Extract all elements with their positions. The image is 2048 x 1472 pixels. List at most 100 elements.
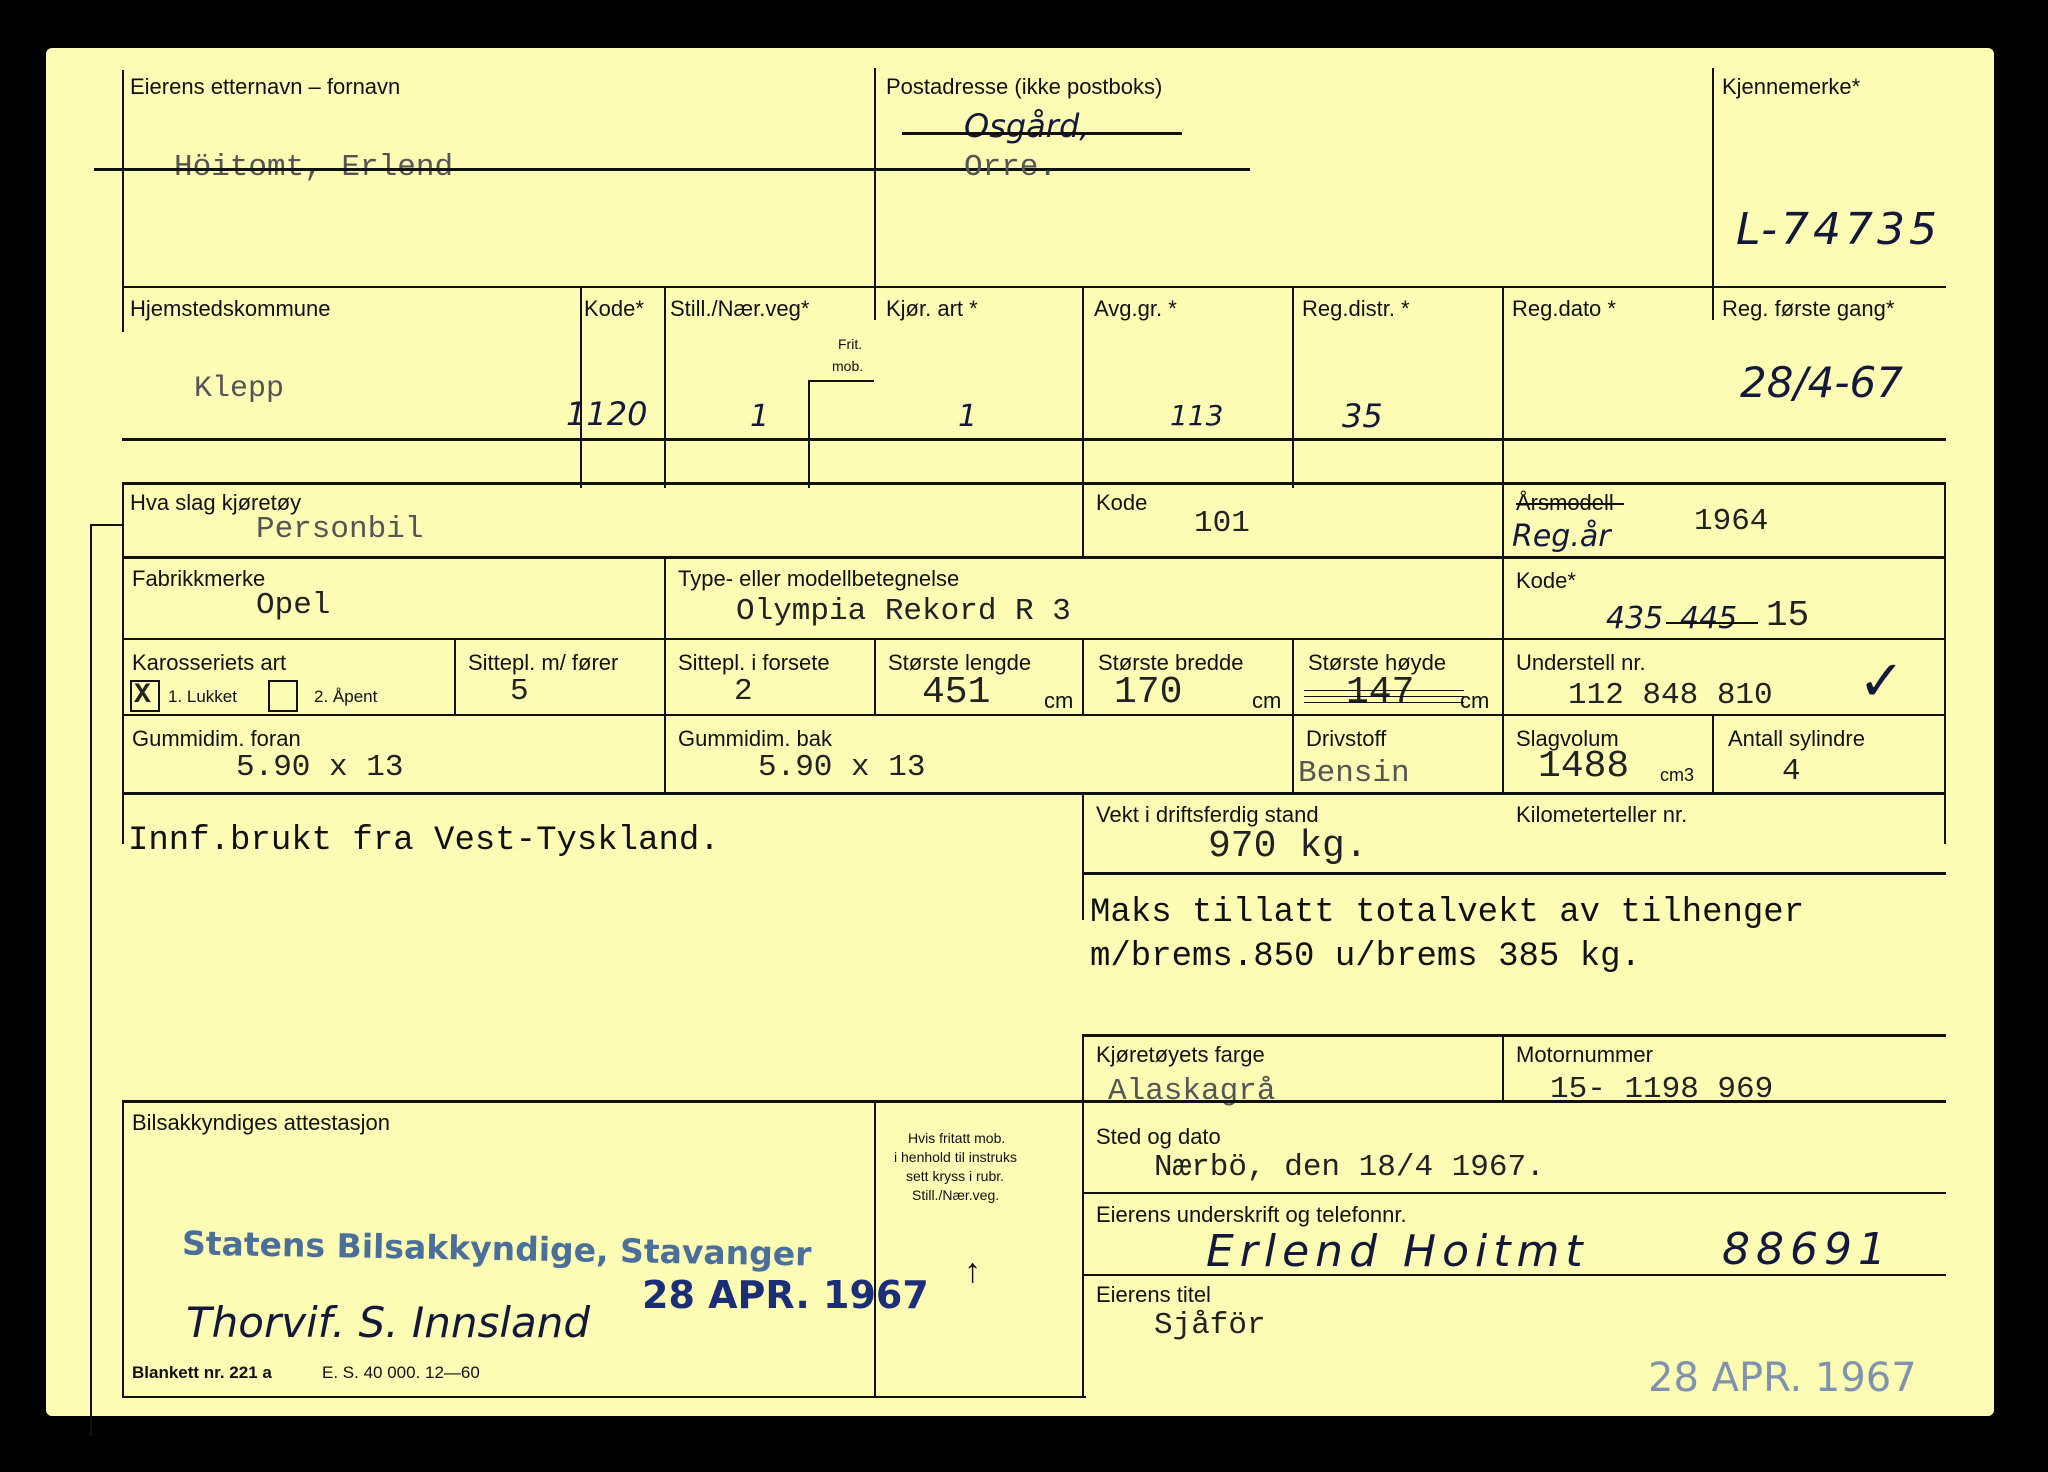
model-label: Type- eller modellbetegnelse	[678, 566, 960, 591]
owner-name-strike	[94, 168, 1250, 171]
received-date-stamp: 28 APR. 1967	[1648, 1355, 1917, 1401]
front-seats-label: Sittepl. i forsete	[678, 650, 830, 675]
address-label: Postadresse (ikke postboks)	[886, 74, 1163, 99]
height-unit: cm	[1460, 688, 1490, 713]
weight-label: Vekt i driftsferdig stand	[1096, 802, 1319, 827]
regdistr-label: Reg.distr. *	[1302, 296, 1410, 321]
owner-title-label: Eierens titel	[1096, 1282, 1211, 1307]
tyre-rear-label: Gummidim. bak	[678, 726, 833, 751]
body-label: Karosseriets art	[132, 650, 287, 675]
regdato-label: Reg.dato *	[1512, 296, 1616, 321]
still-value: 1	[750, 399, 770, 434]
attest-note-4: Still./Nær.veg.	[912, 1187, 1000, 1203]
kode-value: 1120	[566, 395, 648, 433]
length-value: 451	[922, 671, 991, 714]
avg-value: 113	[1170, 399, 1224, 432]
model-value: Olympia Rekord R 3	[736, 594, 1071, 629]
form-number: Blankett nr. 221 a	[132, 1363, 272, 1382]
kode2-hand: 435	[1606, 601, 1664, 636]
vehicle-type-value: Personbil	[256, 512, 424, 547]
attest-note-2: i henhold til instruks	[894, 1149, 1017, 1165]
make-value: Opel	[256, 588, 331, 623]
avg-label: Avg.gr. *	[1094, 296, 1177, 321]
trailer-brake-value: 850	[1253, 938, 1315, 976]
still-label: Still./Nær.veg*	[670, 296, 810, 321]
owner-title-value: Sjåför	[1154, 1308, 1266, 1343]
tyre-front-value: 5.90 x 13	[236, 750, 404, 785]
chassis-value: 112 848 810	[1568, 678, 1773, 713]
motor-label: Motornummer	[1516, 1042, 1653, 1067]
reg-number-label: Kjennemerke*	[1722, 74, 1861, 99]
owner-name-label: Eierens etternavn – fornavn	[130, 74, 401, 99]
cyl-value: 4	[1782, 754, 1801, 789]
seats-label: Sittepl. m/ fører	[468, 650, 619, 675]
address-line2: Orre.	[964, 150, 1058, 185]
year-hand: Reg.år	[1512, 519, 1611, 554]
trailer-nobrake-label: u/brems	[1314, 938, 1499, 976]
print-info: E. S. 40 000. 12—60	[322, 1363, 480, 1382]
import-note: Innf.brukt fra Vest-Tyskland.	[128, 822, 720, 860]
vehicle-kode-label: Kode	[1096, 490, 1148, 515]
inspector-signature: Thorvif. S. Innsland	[186, 1298, 591, 1347]
mob-label: mob.	[832, 358, 864, 374]
kode2-label: Kode*	[1516, 568, 1576, 593]
front-seats-value: 2	[734, 674, 753, 709]
volume-unit: cm3	[1660, 765, 1695, 785]
address-line1-strike	[902, 132, 1182, 135]
trailer-unit: kg.	[1559, 938, 1641, 976]
address-line1: Osgård,	[964, 107, 1090, 145]
owner-phone: 88691	[1722, 1224, 1892, 1275]
trailer-line1: Maks tillatt totalvekt av tilhenger	[1090, 894, 1805, 932]
kjor-value: 1	[958, 399, 978, 434]
trailer-nobrake-value: 385	[1498, 938, 1560, 976]
seats-value: 5	[510, 674, 529, 709]
fuel-value: Bensin	[1298, 756, 1410, 791]
body-open-label: 2. Åpent	[314, 687, 378, 706]
trailer-line2: m/brems.850 u/brems 385 kg.	[1090, 940, 1641, 974]
regdistr-value: 35	[1342, 397, 1383, 435]
reg-number-value: L-74735	[1736, 204, 1941, 255]
volume-value: 1488	[1538, 745, 1630, 788]
year-value: 1964	[1694, 504, 1769, 539]
make-label: Fabrikkmerke	[132, 566, 266, 591]
height-value: 147	[1346, 671, 1415, 714]
tyre-rear-value: 5.90 x 13	[758, 750, 926, 785]
kode2-value: 15	[1766, 595, 1810, 636]
width-unit: cm	[1252, 688, 1282, 713]
regfirst-value: 28/4-67	[1740, 358, 1903, 407]
width-value: 170	[1114, 671, 1183, 714]
trailer-brake-label: m/brems.	[1090, 938, 1254, 976]
owner-sign-label: Eierens underskrift og telefonnr.	[1096, 1202, 1407, 1227]
chassis-check: ✓	[1858, 649, 1905, 714]
kjor-label: Kjør. art *	[886, 296, 978, 321]
colour-label: Kjøretøyets farge	[1096, 1042, 1265, 1067]
body-closed-label: 1. Lukket	[168, 687, 237, 706]
fuel-label: Drivstoff	[1306, 726, 1387, 751]
tyre-front-label: Gummidim. foran	[132, 726, 301, 751]
place-value: Nærbö, den 18/4 1967.	[1154, 1150, 1545, 1185]
body-open-checkbox[interactable]	[268, 680, 298, 712]
attest-label: Bilsakkyndiges attestasjon	[132, 1110, 391, 1135]
attest-note-1: Hvis fritatt mob.	[908, 1130, 1006, 1146]
regfirst-label: Reg. første gang*	[1722, 296, 1895, 321]
inspector-date-stamp: 28 APR. 1967	[642, 1273, 929, 1317]
kode-label: Kode*	[584, 296, 644, 321]
weight-value: 970 kg.	[1208, 825, 1368, 868]
attest-note-3: sett kryss i rubr.	[906, 1168, 1005, 1184]
year-label-strike	[1516, 503, 1624, 505]
place-label: Sted og dato	[1096, 1124, 1221, 1149]
arrow-up-icon: ↑	[964, 1252, 981, 1290]
inspector-stamp: Statens Bilsakkyndige, Stavanger	[181, 1223, 812, 1274]
municipality-value: Klepp	[194, 372, 285, 406]
vehicle-kode-value: 101	[1194, 506, 1250, 541]
municipality-label: Hjemstedskommune	[130, 296, 331, 321]
cyl-label: Antall sylindre	[1728, 726, 1865, 751]
frit-label: Frit.	[838, 336, 863, 352]
length-unit: cm	[1044, 688, 1074, 713]
body-closed-mark: X	[134, 680, 151, 711]
registration-card: Eierens etternavn – fornavn Höitomt, Erl…	[46, 48, 1994, 1436]
kode2-struck: 445	[1680, 601, 1738, 636]
chassis-label: Understell nr.	[1516, 650, 1646, 675]
vehicle-type-label: Hva slag kjøretøy	[130, 490, 302, 515]
kode2-strike	[1666, 622, 1758, 624]
